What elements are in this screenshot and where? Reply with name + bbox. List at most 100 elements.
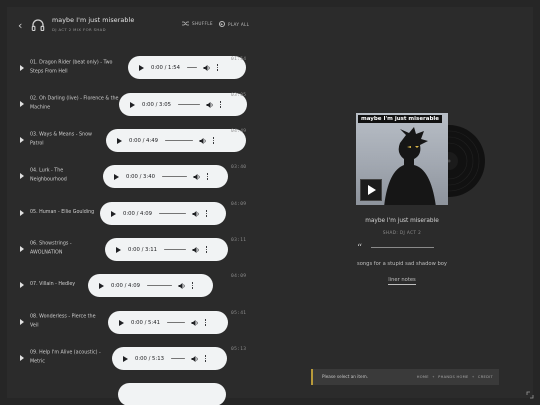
track-duration: 03:11 [231,238,247,243]
audio-player[interactable] [118,383,226,405]
volume-icon[interactable] [192,246,200,254]
footer-links: HOME ✦ PHANDS HOME ✦ CREDIT [417,375,493,379]
headphones-icon [31,19,45,32]
back-icon[interactable]: ‹ [18,19,22,32]
shuffle-button[interactable]: SHUFFLE [182,21,213,26]
audio-progress-bar[interactable] [164,139,193,142]
track-row[interactable]: 02. Oh Darling (live) - Florence & the Ma… [20,89,250,119]
more-options-icon[interactable] [212,137,215,144]
track-row[interactable]: 04. Lurk - The Neighbourhood 0:00 / 3:40 … [20,161,250,191]
track-row[interactable]: 06. Showstrings - AWOLNATION 0:00 / 3:11 … [20,234,250,264]
more-options-icon[interactable] [205,246,208,253]
volume-icon[interactable] [191,319,199,327]
audio-player[interactable]: 0:00 / 3:11 [105,238,228,261]
audio-player[interactable]: 0:00 / 1:54 [128,56,246,79]
audio-play-icon[interactable] [99,282,104,289]
audio-time: 0:00 / 4:09 [111,282,140,289]
volume-icon[interactable] [203,64,211,72]
cover-play-button[interactable] [360,179,382,201]
liner-notes-link[interactable]: liner notes [356,277,448,285]
audio-progress-bar[interactable] [163,248,186,251]
track-duration: 05:13 [231,347,247,352]
more-options-icon[interactable] [216,64,219,71]
track-duration: 01:54 [231,57,247,62]
volume-icon[interactable] [191,355,199,363]
audio-play-icon[interactable] [117,137,122,144]
track-row[interactable]: 08. Wonderless - Pierce the Veil 0:00 / 5… [20,307,250,337]
audio-progress-bar[interactable] [146,284,172,287]
audio-play-icon[interactable] [119,319,124,326]
play-circle-icon: ▶ [219,21,225,27]
audio-time: 0:00 / 5:41 [131,319,160,326]
volume-icon[interactable] [178,282,186,290]
shuffle-icon [182,21,189,26]
volume-icon[interactable] [193,173,201,181]
play-icon[interactable] [20,65,24,71]
volume-icon[interactable] [192,210,200,218]
audio-time: 0:00 / 4:49 [129,137,158,144]
separator-icon: ✦ [431,375,436,379]
play-all-button[interactable]: ▶ PLAY ALL [219,21,249,27]
play-icon[interactable] [20,101,24,107]
audio-player[interactable]: 0:00 / 4:09 [88,274,213,297]
audio-progress-bar[interactable] [177,103,200,106]
play-icon[interactable] [20,282,24,288]
play-icon[interactable] [20,173,24,179]
audio-time: 0:00 / 3:05 [142,101,171,108]
more-options-icon[interactable] [219,101,222,108]
track-row[interactable]: 09. Help I'm Alive (acoustic) - Metric 0:… [20,343,250,373]
track-duration: 04:09 [231,274,247,279]
audio-play-icon[interactable] [114,173,119,180]
audio-play-icon[interactable] [139,64,144,71]
track-row[interactable]: 03. Ways & Means - Snow Patrol 0:00 / 4:4… [20,125,250,155]
more-options-icon[interactable] [206,173,209,180]
track-row[interactable]: 07. Villain - Hedley 0:00 / 4:09 04:09 [20,270,250,300]
cover-title: maybe I'm just miserable [358,115,443,123]
track-row[interactable]: 01. Dragon Rider (beat only) - Two Steps … [20,53,250,83]
audio-play-icon[interactable] [111,210,116,217]
audio-time: 0:00 / 1:54 [151,64,180,71]
audio-play-icon[interactable] [130,101,135,108]
play-icon[interactable] [20,246,24,252]
audio-progress-bar[interactable] [158,212,186,215]
phands-home-link[interactable]: PHANDS HOME [438,375,468,379]
play-icon[interactable] [20,355,24,361]
audio-player[interactable]: 0:00 / 4:49 [106,129,246,152]
audio-time: 0:00 / 4:09 [123,210,152,217]
audio-player[interactable]: 0:00 / 5:41 [108,311,228,334]
track-duration: 05:41 [231,311,247,316]
more-options-icon[interactable] [204,319,207,326]
audio-time: 0:00 / 5:13 [135,355,164,362]
volume-icon[interactable] [206,101,214,109]
expand-icon[interactable] [526,391,534,399]
more-options-icon[interactable] [205,210,208,217]
more-options-icon[interactable] [191,282,194,289]
track-name: 05. Human - Ellie Goulding [30,209,95,215]
audio-play-icon[interactable] [116,246,121,253]
volume-icon[interactable] [199,137,207,145]
more-options-icon[interactable] [204,355,207,362]
quote-icon: “ [357,243,363,254]
audio-player[interactable]: 0:00 / 5:13 [112,347,227,370]
shuffle-label: SHUFFLE [192,21,213,26]
audio-progress-bar[interactable] [170,357,185,360]
audio-player[interactable]: 0:00 / 4:09 [100,202,226,225]
home-link[interactable]: HOME [417,375,429,379]
track-duration: 03:05 [231,93,247,98]
liner-notes-label[interactable]: liner notes [388,277,416,285]
play-icon[interactable] [20,137,24,143]
audio-play-icon[interactable] [123,355,128,362]
track-row[interactable]: 05. Human - Ellie Goulding 0:00 / 4:09 0… [20,198,250,228]
play-icon[interactable] [20,319,24,325]
audio-progress-bar[interactable] [186,66,197,69]
credit-link[interactable]: CREDIT [478,375,493,379]
track-name: 01. Dragon Rider (beat only) - Two Steps … [30,60,113,75]
audio-player[interactable]: 0:00 / 3:40 [103,165,228,188]
audio-player[interactable]: 0:00 / 3:05 [119,93,247,116]
audio-progress-bar[interactable] [166,321,185,324]
play-icon [368,185,376,195]
page-title: maybe I'm just miserable [52,17,135,24]
audio-progress-bar[interactable] [161,175,187,178]
play-icon[interactable] [20,210,24,216]
audio-time: 0:00 / 3:40 [126,173,155,180]
